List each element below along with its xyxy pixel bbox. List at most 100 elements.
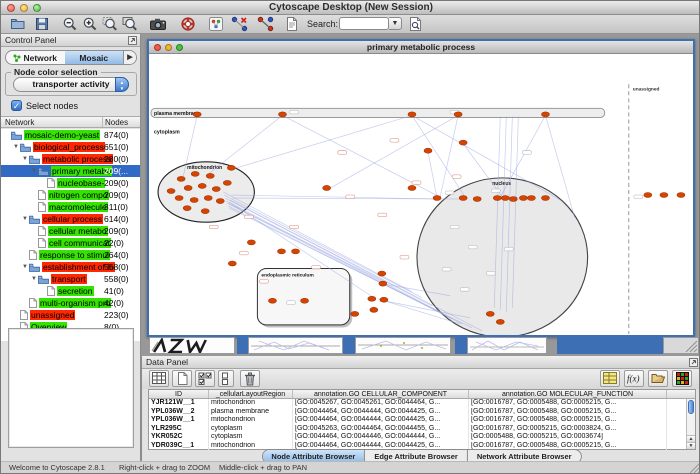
tree-row[interactable]: ▼primary metabo209(... <box>1 165 140 177</box>
scroll-up-icon[interactable]: ▲ <box>687 435 695 442</box>
tree-row[interactable]: cell communicat22(0) <box>1 237 140 249</box>
background-window-1[interactable] <box>248 337 343 354</box>
delete-attribute-button[interactable] <box>240 370 260 387</box>
expander-icon[interactable]: ▼ <box>21 264 29 270</box>
zoom-out-button[interactable] <box>61 16 79 33</box>
network-canvas[interactable]: plasma membranecytoplasmmitochondrionnuc… <box>149 54 693 335</box>
close-button[interactable] <box>7 4 15 12</box>
search-dropdown-button[interactable]: ▼ <box>389 17 402 30</box>
background-window-edge[interactable] <box>343 337 355 354</box>
tab-overflow-arrow[interactable]: ▶ <box>123 51 136 64</box>
tree-row[interactable]: nitrogen compo209(0) <box>1 189 140 201</box>
zoom-selected-button[interactable] <box>101 16 119 33</box>
network-window-titlebar[interactable]: primary metabolic process <box>149 41 693 54</box>
show-selected-edges-button[interactable] <box>257 16 275 33</box>
zoom-window-button[interactable] <box>33 4 41 12</box>
tree-row[interactable]: nucleobase-209(0) <box>1 177 140 189</box>
matrix-button[interactable] <box>600 370 620 387</box>
network-close-button[interactable] <box>154 44 161 51</box>
table-row[interactable]: YPL036W__2plasma membrane[GO:0044464, GO… <box>149 408 695 417</box>
enhanced-search-button[interactable] <box>407 16 425 33</box>
tree-row[interactable]: ▼transport558(0) <box>1 273 140 285</box>
zoom-in-icon <box>82 16 98 32</box>
network-svg: plasma membranecytoplasmmitochondrionnuc… <box>149 54 693 335</box>
select-nodes-checkbox[interactable]: ✓ <box>11 100 22 111</box>
tree-column-nodes[interactable]: Nodes <box>103 117 140 127</box>
zoom-fit-button[interactable] <box>121 16 139 33</box>
tree-row[interactable]: unassigned223(0) <box>1 309 140 321</box>
node-color-dropdown[interactable]: transporter activity ▲▼ <box>13 77 129 92</box>
background-window-3[interactable] <box>467 337 547 354</box>
function-button[interactable]: f(x) <box>624 370 644 387</box>
tree-row[interactable]: ▼establishment of lo558(0) <box>1 261 140 273</box>
select-attributes-button[interactable] <box>195 370 215 387</box>
float-panel-icon[interactable] <box>128 36 137 49</box>
table-column-header[interactable]: ID <box>149 390 209 398</box>
network-minimize-button[interactable] <box>165 44 172 51</box>
background-window-edge[interactable] <box>237 337 248 354</box>
new-attribute-button[interactable] <box>172 370 192 387</box>
snapshot-button[interactable] <box>149 16 167 33</box>
function-icon: f(x) <box>626 372 642 384</box>
tab-mosaic[interactable]: Mosaic <box>65 51 124 64</box>
tree-row[interactable]: macromolecule311(0) <box>1 201 140 213</box>
table-row[interactable]: YKR052Ccytoplasm[GO:0044464, GO:0044446,… <box>149 433 695 442</box>
tree-row[interactable]: multi-organism pro42(0) <box>1 297 140 309</box>
expander-icon[interactable]: ▼ <box>30 168 38 174</box>
background-window-edge[interactable] <box>455 337 467 354</box>
tree-row[interactable]: ▼metabolic process280(0) <box>1 153 140 165</box>
table-cell: YDR039C__1 <box>149 442 209 451</box>
help-button[interactable] <box>179 16 197 33</box>
tree-row-count: 209(0) <box>104 178 129 188</box>
zoom-in-button[interactable] <box>81 16 99 33</box>
network-tree: mosaic-demo-yeast874(0)▼biological_proce… <box>1 129 140 341</box>
table-row[interactable]: YPL036W__1mitochondrion[GO:0044464, GO:0… <box>149 416 695 425</box>
expander-icon[interactable]: ▼ <box>30 276 38 282</box>
table-column-header[interactable]: annotation.GO MOLECULAR_FUNCTION <box>469 390 667 398</box>
tree-row[interactable]: ▼cellular process614(0) <box>1 213 140 225</box>
hide-selected-edges-button[interactable] <box>231 16 249 33</box>
tree-row[interactable]: cellular metabo209(0) <box>1 225 140 237</box>
tree-row[interactable]: secretion41(0) <box>1 285 140 297</box>
expander-icon[interactable]: ▼ <box>21 156 29 162</box>
heatmap-button[interactable] <box>672 370 692 387</box>
table-cell: mitochondrion <box>209 399 293 408</box>
table-cell: [GO:0045263, GO:0044464, GO:0044455, G..… <box>293 425 469 434</box>
table-column-header[interactable]: annotation.GO CELLULAR_COMPONENT <box>293 390 469 398</box>
tree-row-label: response to stimul <box>39 250 110 260</box>
minimize-button[interactable] <box>20 4 28 12</box>
scrollbar-thumb[interactable] <box>688 400 694 414</box>
desktop-area: primary metabolic process plasma membran… <box>141 34 700 356</box>
background-window-blue-frame[interactable] <box>557 337 663 354</box>
tree-row[interactable]: mosaic-demo-yeast874(0) <box>1 129 140 141</box>
table-column-header[interactable]: _cellularLayoutRegion <box>209 390 293 398</box>
window-resize-grip[interactable] <box>690 463 700 472</box>
tab-network[interactable]: Network <box>6 51 65 64</box>
annotation-button[interactable] <box>283 16 301 33</box>
data-panel-title: Data Panel <box>146 357 188 367</box>
scroll-down-icon[interactable]: ▼ <box>687 442 695 449</box>
table-row[interactable]: YJR121W__1mitochondrion[GO:0045267, GO:0… <box>149 399 695 408</box>
attribute-grid-button[interactable] <box>149 370 169 387</box>
table-vertical-scrollbar[interactable]: ▲ ▼ <box>686 399 695 449</box>
unselect-attributes-button[interactable] <box>218 370 234 387</box>
network-zoom-button[interactable] <box>176 44 183 51</box>
vizmapper-button[interactable] <box>207 16 225 33</box>
table-row[interactable]: YLR295Ccytoplasm[GO:0045263, GO:0044464,… <box>149 425 695 434</box>
import-attributes-button[interactable] <box>648 370 668 387</box>
tree-row[interactable]: response to stimul264(0) <box>1 249 140 261</box>
birds-eye-view-panel[interactable] <box>8 328 134 448</box>
expander-icon[interactable]: ▼ <box>12 144 20 150</box>
save-button[interactable] <box>33 16 51 33</box>
expander-icon[interactable]: ▼ <box>21 216 29 222</box>
network-window[interactable]: primary metabolic process plasma membran… <box>147 39 695 337</box>
tree-row[interactable]: ▼biological_process651(0) <box>1 141 140 153</box>
tree-column-network[interactable]: Network <box>1 117 103 127</box>
background-window-overview[interactable] <box>149 337 235 354</box>
background-window-2[interactable] <box>355 337 451 354</box>
tree-row-label: metabolic process <box>42 154 113 164</box>
search-input[interactable] <box>339 17 389 30</box>
resize-corner[interactable] <box>663 337 699 354</box>
background-network-thumb <box>356 338 450 353</box>
open-button[interactable] <box>9 16 27 33</box>
